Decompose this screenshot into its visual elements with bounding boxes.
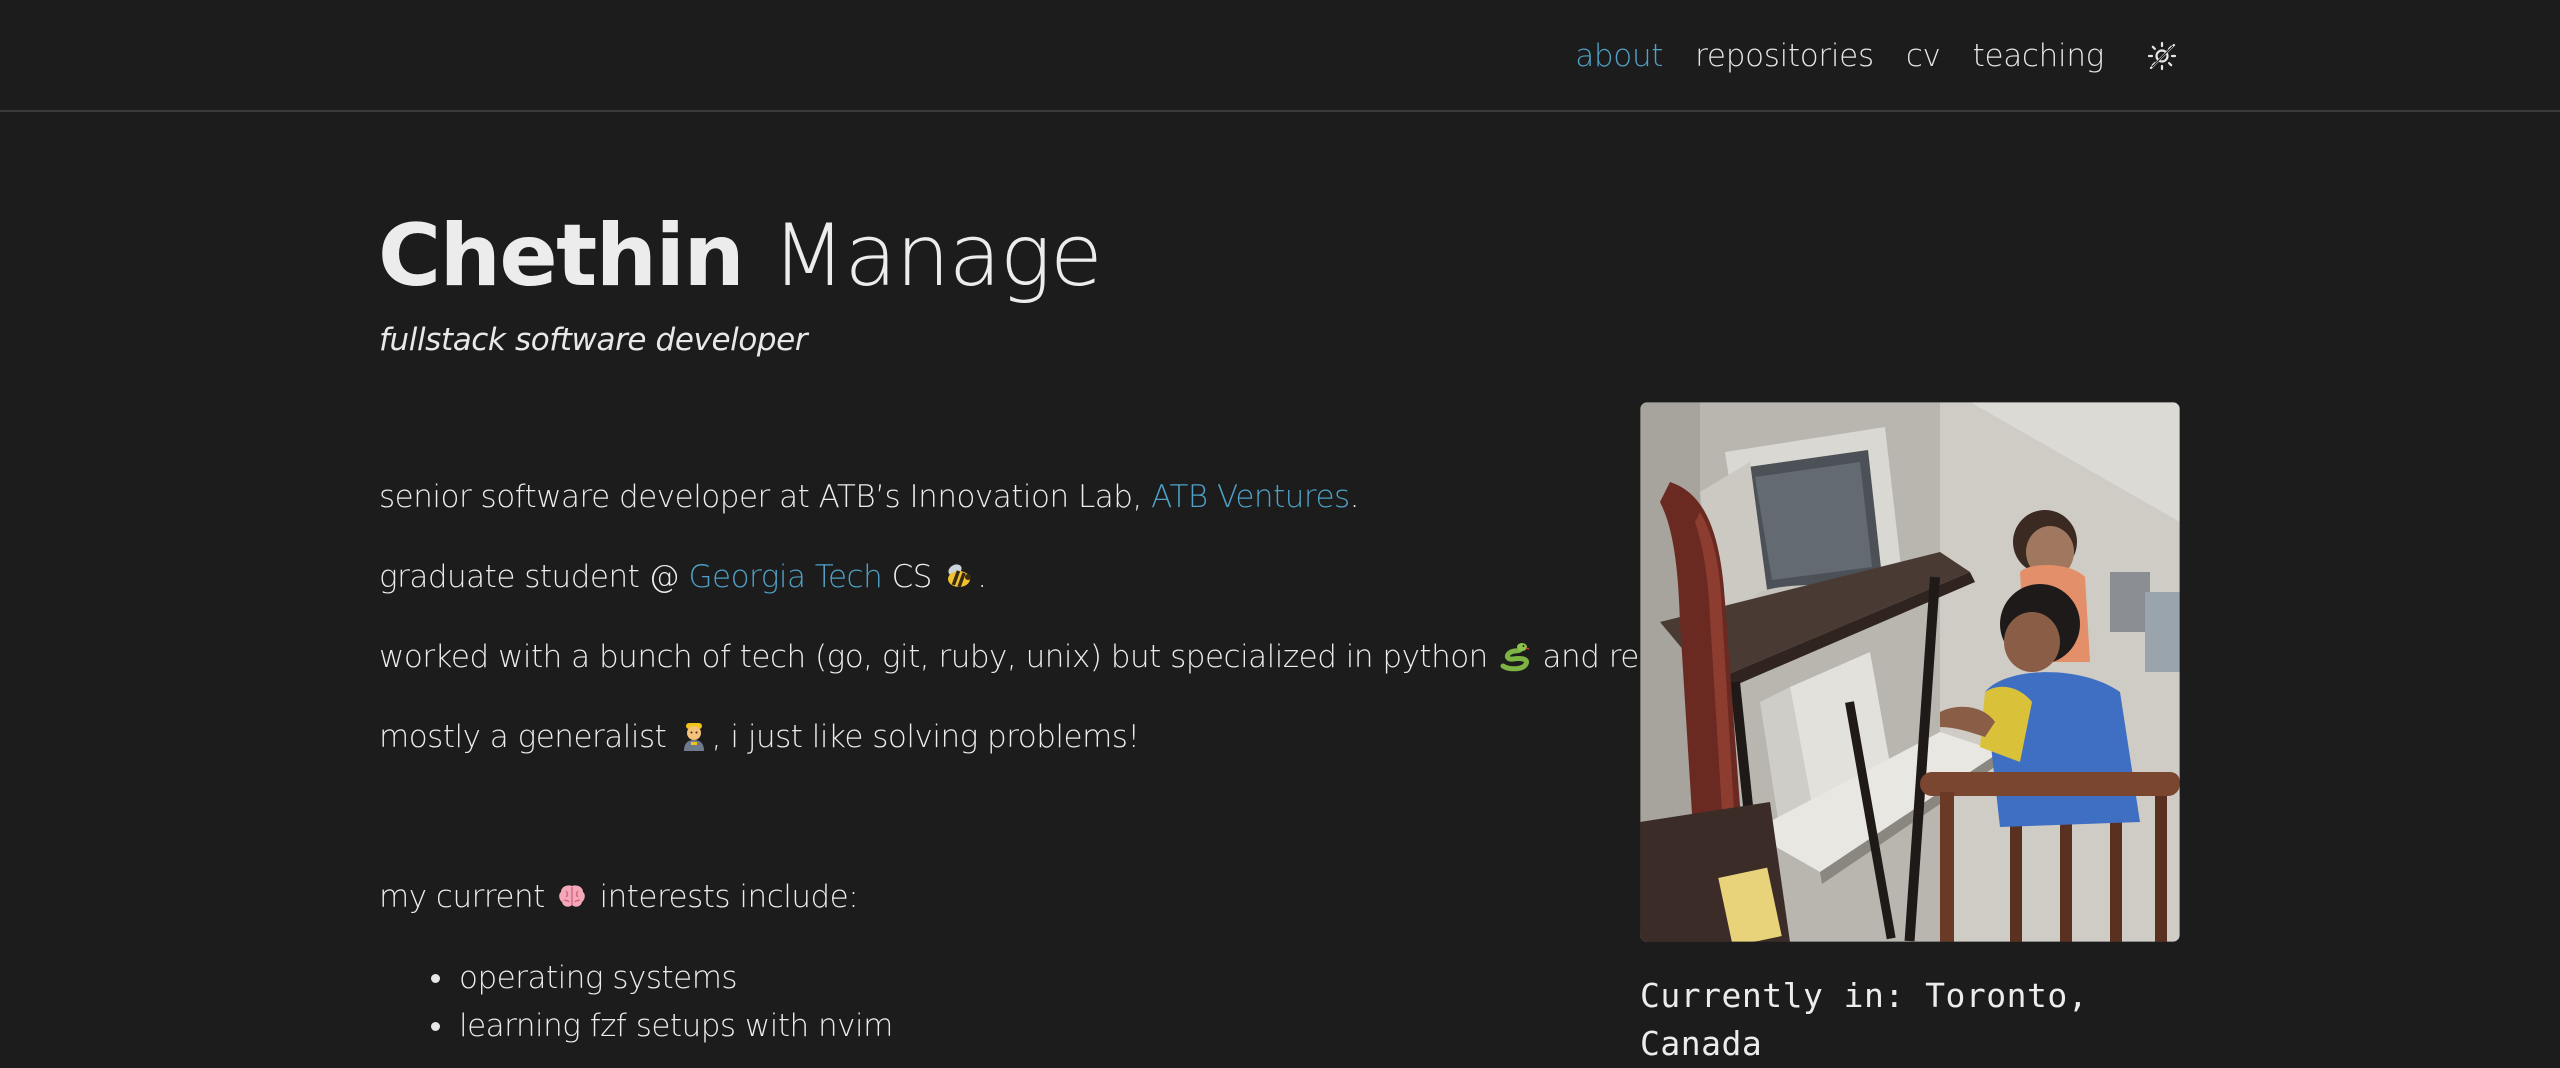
interests-heading: my current interests include: (379, 879, 859, 915)
profile-photo-illustration (1640, 402, 2180, 942)
atb-ventures-link[interactable]: ATB Ventures (1151, 479, 1350, 515)
nav-repositories-link[interactable]: repositories (1695, 34, 1874, 78)
snake-emoji-icon (1500, 643, 1530, 672)
main-nav: about repositories cv teaching (1575, 34, 2180, 78)
bio-line-grad: graduate student @ Georgia Tech CS . (379, 559, 987, 595)
georgia-tech-link[interactable]: Georgia Tech (688, 559, 882, 595)
nav-teaching-link[interactable]: teaching (1973, 34, 2105, 78)
page-title: Chethin Manage (378, 206, 1103, 306)
mechanic-emoji-icon (683, 723, 704, 751)
bee-emoji-icon (948, 564, 972, 588)
first-name: Chethin (378, 206, 745, 306)
bio-line-generalist: mostly a generalist , i just like solvin… (379, 719, 1140, 755)
bio-section: senior software developer at ATB’s Innov… (379, 474, 1695, 1050)
theme-toggle-icon (2147, 41, 2177, 71)
profile-picture (1640, 402, 2180, 942)
theme-toggle-button[interactable] (2144, 38, 2180, 74)
page-subtitle: fullstack software developer (379, 322, 808, 358)
last-name: Manage (771, 206, 1103, 306)
nav-about-link[interactable]: about (1575, 34, 1663, 78)
bio-line-job: senior software developer at ATB’s Innov… (379, 479, 1360, 515)
nav-cv-link[interactable]: cv (1906, 34, 1941, 78)
bio-line-tech: worked with a bunch of tech (go, git, ru… (379, 639, 1695, 675)
location-caption: Currently in: Toronto, Canada (1640, 976, 2089, 1063)
interests-list: operating systems learning fzf setups wi… (379, 954, 1619, 1050)
top-navbar: about repositories cv teaching (0, 0, 2560, 112)
list-item: learning fzf setups with nvim (431, 1002, 1619, 1050)
list-item: operating systems (431, 954, 1619, 1002)
brain-emoji-icon (559, 885, 585, 907)
